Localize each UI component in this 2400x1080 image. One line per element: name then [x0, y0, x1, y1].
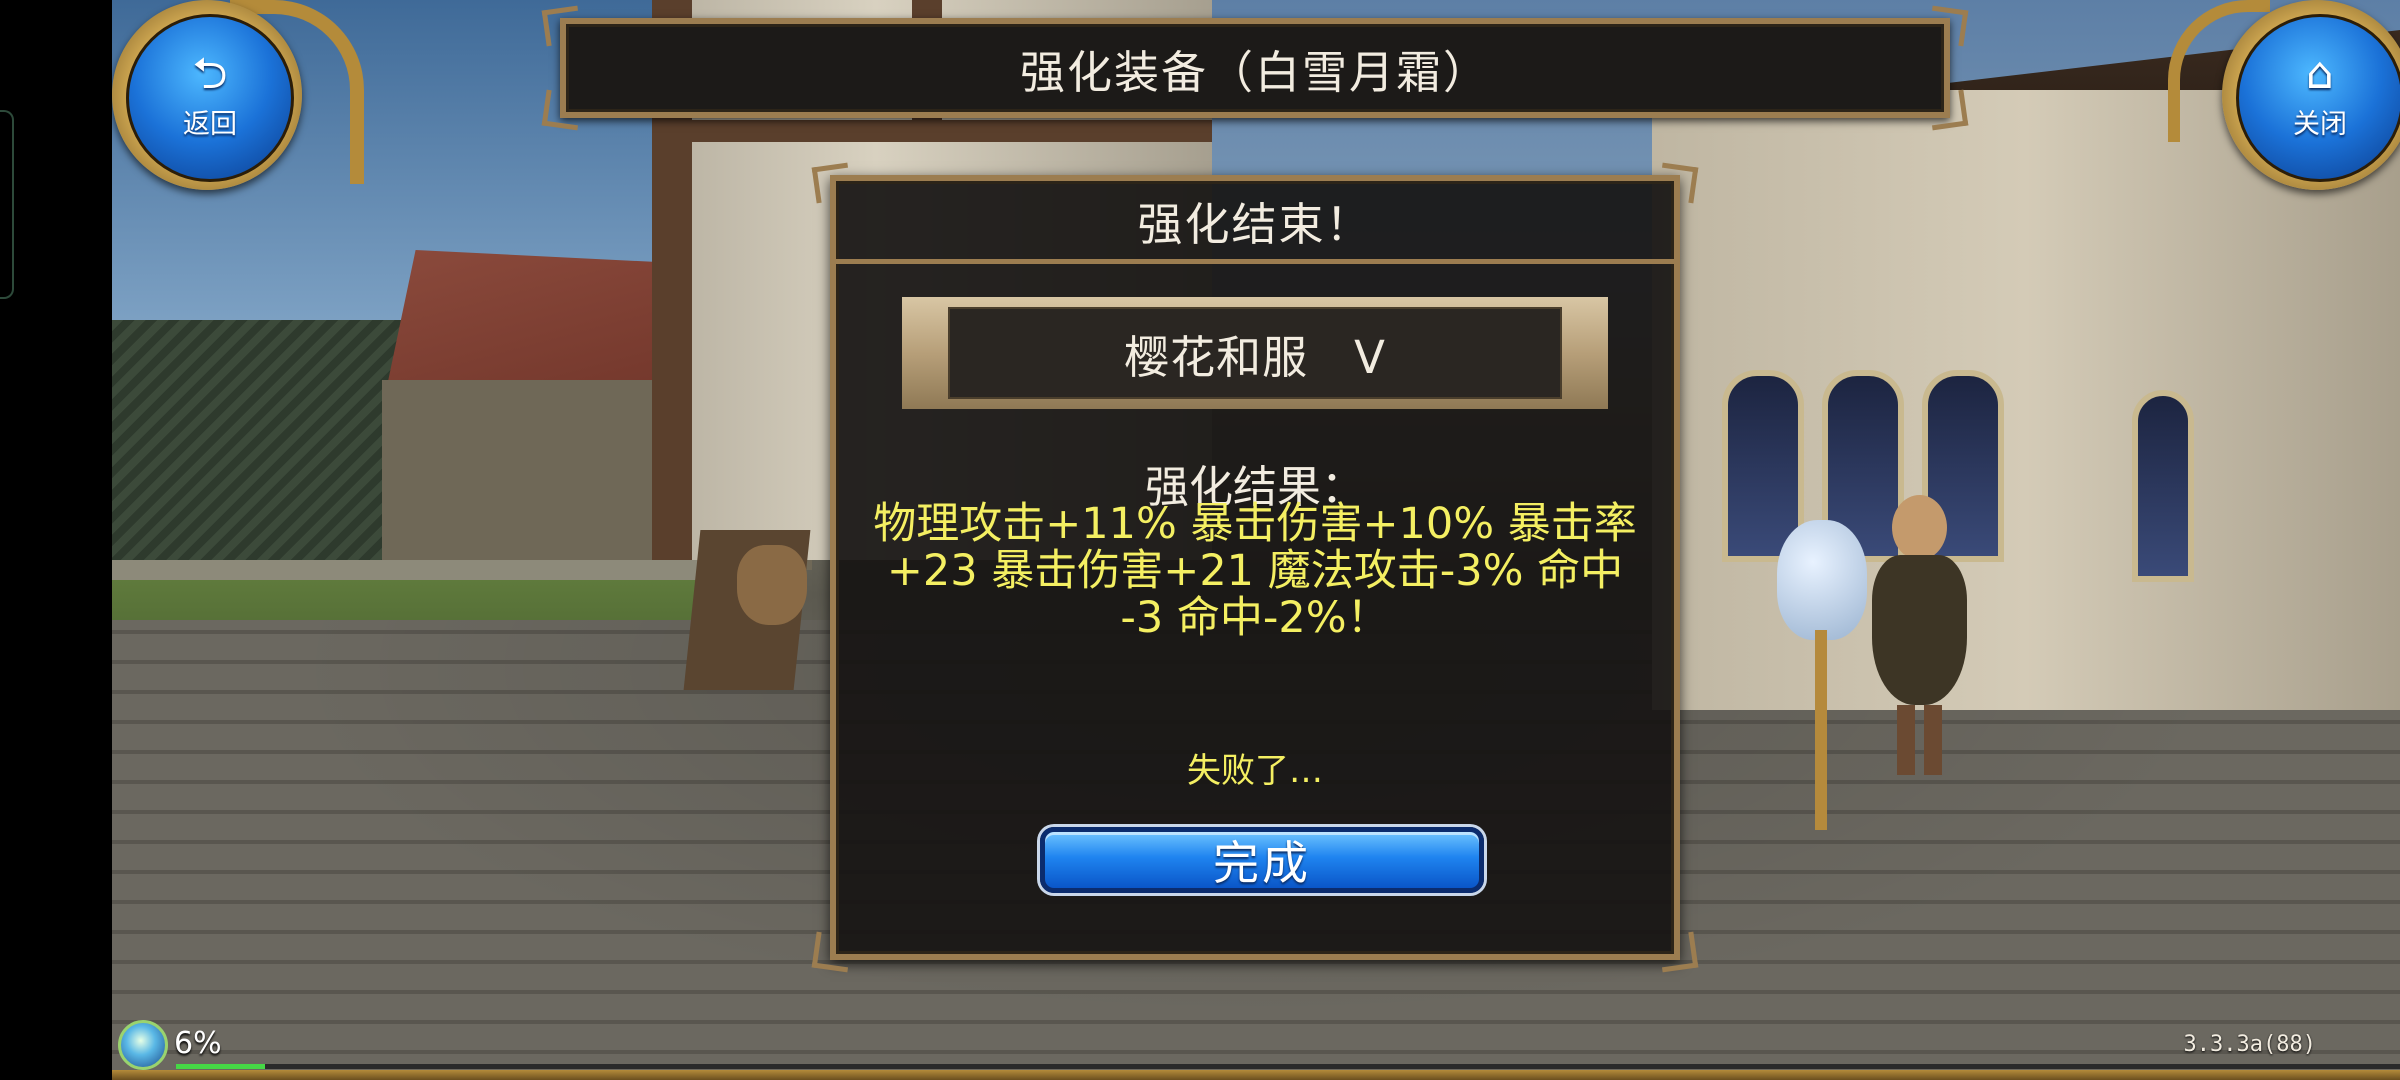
frame-corner [1657, 931, 1699, 973]
result-stats: 物理攻击+11% 暴击伤害+10% 暴击率 +23 暴击伤害+21 魔法攻击-3… [866, 501, 1644, 642]
close-button-disc: ⌂ 关闭 [2236, 14, 2400, 182]
exp-percent: 6% [174, 1026, 222, 1061]
npc-head [1892, 495, 1947, 560]
version-label: 3.3.3a(88) [2183, 1032, 2316, 1057]
frame-corner [811, 931, 853, 973]
item-name-inner: 樱花和服 V [948, 307, 1562, 399]
frame-corner [541, 5, 583, 47]
result-status: 失败了… [1187, 751, 1323, 791]
bottom-frame-border [112, 1070, 2400, 1080]
exp-bar [176, 1064, 2400, 1069]
frame-corner [1927, 89, 1969, 131]
back-button[interactable]: ⮌ 返回 [112, 0, 302, 190]
arched-window [2132, 390, 2194, 582]
item-name: 樱花和服 V [1124, 330, 1386, 384]
dialog-title: 强化结束！ [1137, 197, 1373, 251]
exp-bar-fill [176, 1064, 265, 1069]
close-button-label: 关闭 [2293, 108, 2347, 140]
item-name-plate: 樱花和服 V [902, 297, 1608, 409]
tower-beam [652, 120, 1212, 142]
page-title: 强化装备（白雪月霜） [1019, 45, 1490, 99]
staff-rod [1815, 630, 1827, 830]
edge-gesture-handle[interactable] [0, 110, 14, 299]
done-button[interactable]: 完成 [1040, 827, 1484, 893]
frame-corner [541, 89, 583, 131]
done-button-label: 完成 [1213, 836, 1311, 890]
money-bag-sign [737, 545, 807, 625]
npc-legs [1897, 705, 1942, 775]
result-line: -3 命中-2%！ [1120, 593, 1390, 643]
back-arrow-icon: ⮌ [192, 47, 228, 99]
staff-orb [1777, 520, 1867, 640]
result-line: 物理攻击+11% 暴击伤害+10% 暴击率 [873, 499, 1637, 549]
result-line: +23 暴击伤害+21 魔法攻击-3% 命中 [886, 546, 1624, 596]
back-button-label: 返回 [183, 108, 237, 140]
exp-orb-icon [118, 1020, 168, 1070]
npc-body [1872, 555, 1967, 705]
game-screen: ⮌ 返回 ⌂ 关闭 强化装备（白雪月霜） 强化结束！ 樱花和服 V 强化结果： … [0, 0, 2400, 1080]
npc-character[interactable] [1857, 495, 1977, 775]
frame-corner [1927, 5, 1969, 47]
title-bar: 强化装备（白雪月霜） [541, 5, 1969, 131]
enhance-result-dialog: 强化结束！ 樱花和服 V 强化结果： 物理攻击+11% 暴击伤害+10% 暴击率… [811, 162, 1699, 973]
back-button-disc: ⮌ 返回 [126, 14, 294, 182]
close-button[interactable]: ⌂ 关闭 [2222, 0, 2400, 190]
dialog-header: 强化结束！ [836, 181, 1674, 264]
system-side-bar [0, 0, 112, 1080]
home-icon: ⌂ [2306, 47, 2334, 99]
